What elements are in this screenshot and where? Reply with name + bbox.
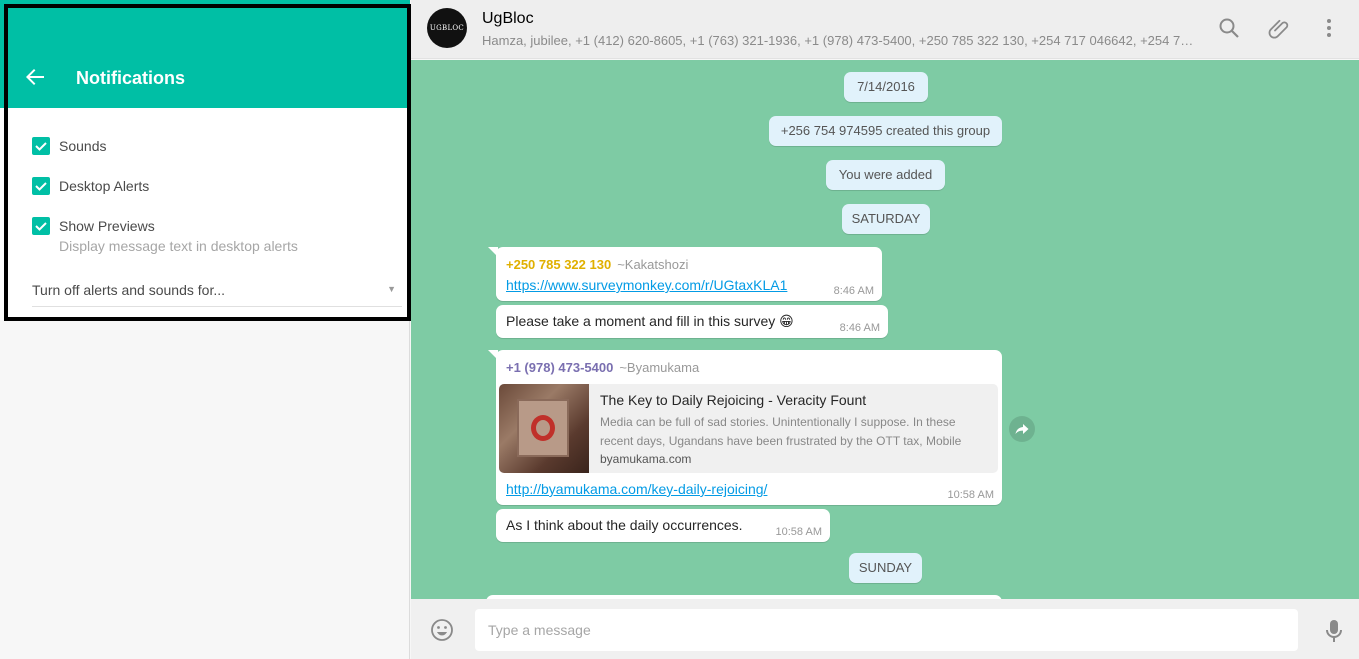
- message-list[interactable]: 7/14/2016 +256 754 974595 created this g…: [411, 60, 1359, 599]
- link-preview-description: Media can be full of sad stories. Uninte…: [600, 415, 962, 448]
- date-separator: SATURDAY: [842, 204, 930, 234]
- show-previews-option[interactable]: Show Previews Display message text in de…: [32, 217, 298, 256]
- system-message: You were added: [826, 160, 945, 190]
- dropdown-arrow-icon: ▼: [387, 284, 396, 294]
- message-bubble[interactable]: Please take a moment and fill in this su…: [496, 305, 888, 338]
- date-separator: SUNDAY: [849, 553, 922, 583]
- message-time: 10:58 AM: [775, 526, 822, 538]
- message-bubble[interactable]: +250 785 322 130 ~Kakatshozi https://www.…: [488, 247, 882, 301]
- message-bubble[interactable]: As I think about the daily occurrences. …: [496, 509, 830, 542]
- message-link[interactable]: http://byamukama.com/key-daily-rejoicing…: [506, 481, 767, 497]
- link-preview-domain: byamukama.com: [600, 452, 692, 466]
- message-text: As I think about the daily occurrences.: [506, 517, 743, 533]
- sender-number[interactable]: +1 (978) 473-5400: [506, 360, 613, 375]
- link-preview-title: The Key to Daily Rejoicing - Veracity Fo…: [600, 392, 867, 408]
- sounds-checkbox[interactable]: [32, 137, 50, 155]
- show-previews-checkbox[interactable]: [32, 217, 50, 235]
- group-name: UgBloc: [482, 10, 534, 27]
- attach-icon[interactable]: [1267, 16, 1291, 40]
- desktop-alerts-checkbox[interactable]: [32, 177, 50, 195]
- chat-pane: UGBLOC UgBloc Hamza, jubilee, +1 (412) 6…: [411, 0, 1359, 659]
- sender-name: ~Byamukama: [619, 360, 700, 375]
- system-message: +256 754 974595 created this group: [769, 116, 1002, 146]
- show-previews-description: Display message text in desktop alerts: [59, 238, 298, 254]
- message-bubble[interactable]: +1 (978) 473-5400 ~Byamukama The Key to D…: [488, 350, 1002, 505]
- message-composer: [411, 599, 1359, 659]
- chat-header[interactable]: UGBLOC UgBloc Hamza, jubilee, +1 (412) 6…: [411, 0, 1359, 59]
- date-separator: 7/14/2016: [844, 72, 928, 102]
- emoji-icon[interactable]: [430, 618, 454, 642]
- mute-alerts-label: Turn off alerts and sounds for...: [32, 282, 225, 298]
- group-members: Hamza, jubilee, +1 (412) 620-8605, +1 (7…: [482, 33, 1197, 48]
- notifications-header: Notifications: [0, 0, 410, 108]
- sender-name: ~Kakatshozi: [617, 257, 689, 272]
- thumbnail-ring: [531, 415, 555, 441]
- message-time: 8:46 AM: [839, 322, 880, 334]
- avatar-logo: UGBLOC: [429, 24, 465, 32]
- back-arrow-icon[interactable]: [24, 66, 46, 88]
- link-preview-thumbnail: [499, 384, 589, 473]
- mute-alerts-dropdown[interactable]: Turn off alerts and sounds for... ▼: [32, 280, 402, 307]
- forward-icon[interactable]: [1009, 416, 1035, 442]
- thumbnail-box: [517, 399, 569, 457]
- notifications-title: Notifications: [76, 68, 186, 88]
- notifications-options: Sounds Desktop Alerts Show Previews Disp…: [0, 108, 410, 320]
- desktop-alerts-label: Desktop Alerts: [59, 178, 150, 194]
- message-time: 8:46 AM: [833, 285, 874, 297]
- avatar[interactable]: UGBLOC: [427, 8, 467, 48]
- bubble-tail: [488, 247, 498, 257]
- link-preview-card[interactable]: The Key to Daily Rejoicing - Veracity Fo…: [499, 384, 998, 473]
- menu-icon[interactable]: [1317, 16, 1341, 40]
- notifications-panel: Notifications Sounds Desktop Alerts Show…: [0, 0, 411, 659]
- sounds-label: Sounds: [59, 138, 107, 154]
- desktop-alerts-option[interactable]: Desktop Alerts: [32, 177, 149, 195]
- sender-number[interactable]: +250 785 322 130: [506, 257, 611, 272]
- bubble-tail: [488, 350, 498, 360]
- show-previews-label: Show Previews: [59, 218, 155, 234]
- sounds-option[interactable]: Sounds: [32, 137, 106, 155]
- search-icon[interactable]: [1217, 16, 1241, 40]
- message-text: Please take a moment and fill in this su…: [506, 313, 794, 329]
- message-input[interactable]: [475, 609, 1298, 651]
- microphone-icon[interactable]: [1323, 618, 1345, 644]
- message-time: 10:58 AM: [947, 489, 994, 501]
- message-link[interactable]: https://www.surveymonkey.com/r/UGtaxKLA1: [506, 277, 787, 293]
